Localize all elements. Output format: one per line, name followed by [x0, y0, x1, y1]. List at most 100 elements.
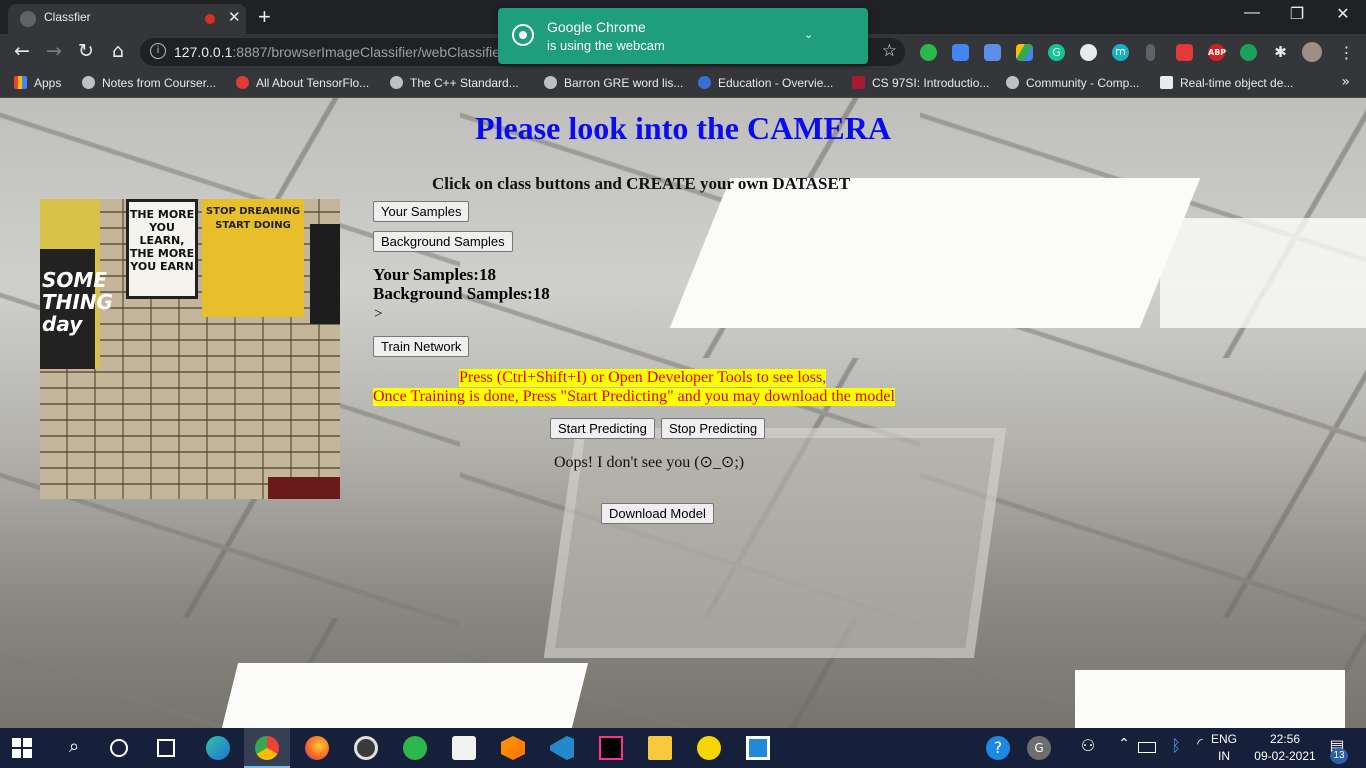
search-icon[interactable]: ⌕: [62, 736, 86, 760]
evernote-icon[interactable]: [920, 44, 937, 61]
intellij-icon[interactable]: [599, 736, 623, 760]
people-icon[interactable]: ⚇: [1076, 736, 1100, 760]
wifi-icon[interactable]: ◜: [1188, 736, 1212, 760]
prediction-output: >: [374, 306, 383, 322]
globe-icon: [1006, 76, 1019, 89]
download-model-button[interactable]: Download Model: [601, 503, 714, 524]
site-info-icon[interactable]: i: [150, 43, 166, 59]
bookmark-community[interactable]: Community - Comp...: [1006, 76, 1139, 90]
reload-button[interactable]: ↻: [73, 40, 99, 62]
explorer-icon[interactable]: [648, 736, 672, 760]
chevron-up-icon[interactable]: ⌃: [1112, 736, 1136, 760]
bookmark-star-icon[interactable]: ☆: [882, 41, 897, 61]
globe-icon: [82, 76, 95, 89]
vscode-icon[interactable]: [550, 736, 574, 760]
bookmark-apps[interactable]: Apps: [14, 76, 61, 90]
battery-icon[interactable]: [1138, 742, 1156, 753]
sticky-icon[interactable]: [746, 736, 770, 760]
notification-title: Google Chrome: [547, 19, 646, 35]
start-icon[interactable]: [12, 738, 32, 758]
bluetooth-icon[interactable]: ᛒ: [1164, 736, 1188, 760]
bookmark-coursera[interactable]: Notes from Courser...: [82, 76, 216, 90]
speed-icon[interactable]: [1080, 44, 1097, 61]
firefox-icon[interactable]: [305, 736, 329, 760]
stop-predicting-button[interactable]: Stop Predicting: [661, 418, 766, 439]
bookmarks-more-icon[interactable]: »: [1341, 74, 1350, 90]
bookmark-education[interactable]: Education - Overvie...: [698, 76, 833, 90]
url-host: 127.0.0.1: [174, 44, 233, 60]
new-tab-button[interactable]: +: [258, 4, 271, 30]
start-predicting-button[interactable]: Start Predicting: [550, 418, 655, 439]
status-message: Oops! I don't see you (⊙_⊙;): [554, 454, 745, 471]
media-icon[interactable]: [354, 736, 378, 760]
webcam-video: SOME THING day THE MORE YOU LEARN, THE M…: [40, 199, 340, 499]
puzzle-icon[interactable]: ✱: [1272, 44, 1289, 61]
task-view-icon[interactable]: [157, 739, 175, 757]
bookmark-label: Community - Comp...: [1026, 76, 1140, 90]
webcam-poster-black: [310, 224, 340, 324]
tab-classifier[interactable]: Classfier ✕: [8, 4, 246, 34]
home-button[interactable]: ⌂: [105, 40, 131, 62]
emoji-app-icon[interactable]: [697, 736, 721, 760]
language-top[interactable]: ENG: [1210, 732, 1238, 746]
your-samples-button[interactable]: Your Samples: [373, 201, 470, 222]
profile-icon[interactable]: [1302, 42, 1322, 62]
webcam-poster-white: THE MORE YOU LEARN, THE MORE YOU EARN: [126, 199, 198, 299]
url-text: 127.0.0.1:8887/browserImageClassifier/we…: [174, 44, 508, 60]
bookmarks-bar: Apps Notes from Courser... All About Ten…: [0, 70, 1366, 98]
url-path: :8887/browserImageClassifier/webClassifi…: [232, 44, 508, 60]
windows-taskbar: ⌕ ? G ⚇ ⌃ ᛒ ◜ ENG IN 22:56 09-02-2021 ▤ …: [0, 728, 1366, 768]
forward-button[interactable]: →: [41, 40, 67, 62]
tab-title: Classfier: [44, 10, 91, 24]
window-close-button[interactable]: ✕: [1323, 4, 1363, 24]
tensorflow-icon[interactable]: [501, 736, 525, 760]
avatar[interactable]: G: [1027, 736, 1051, 760]
ceiling-light: [221, 663, 589, 728]
bookmark-cs97si[interactable]: CS 97SI: Introductio...: [852, 76, 989, 90]
meet-icon[interactable]: m: [1112, 44, 1129, 61]
bookmark-gre[interactable]: Barron GRE word lis...: [544, 76, 683, 90]
adblock-icon[interactable]: ABP: [1208, 44, 1226, 61]
evernote-icon[interactable]: [403, 736, 427, 760]
cortana-icon[interactable]: [110, 739, 128, 757]
shield-icon[interactable]: [1240, 44, 1257, 61]
tab-close-icon[interactable]: ✕: [228, 8, 241, 26]
webcam-poster-red: [268, 477, 340, 499]
minimize-button[interactable]: —: [1232, 4, 1272, 22]
pdf-icon[interactable]: [1176, 44, 1193, 61]
doc-icon: [1160, 76, 1173, 89]
webcam-notification[interactable]: Google Chrome is using the webcam ⌄: [498, 8, 868, 64]
apps-icon: [14, 76, 27, 89]
bookmark-label: All About TensorFlo...: [256, 76, 370, 90]
docs-icon[interactable]: [952, 44, 969, 61]
notification-message: is using the webcam: [547, 38, 665, 53]
chevron-down-icon[interactable]: ⌄: [804, 28, 813, 41]
bookmark-label: Real-time object de...: [1180, 76, 1294, 90]
background-samples-button[interactable]: Background Samples: [373, 231, 513, 252]
bookmark-tensorflow[interactable]: All About TensorFlo...: [236, 76, 369, 90]
help-icon[interactable]: ?: [986, 736, 1010, 760]
pin-icon[interactable]: [1146, 44, 1155, 61]
bookmark-label: Barron GRE word lis...: [564, 76, 684, 90]
train-network-button[interactable]: Train Network: [373, 336, 470, 357]
bookmark-realtime[interactable]: Real-time object de...: [1160, 76, 1293, 90]
restore-button[interactable]: ❐: [1277, 4, 1317, 24]
drive-icon[interactable]: [1016, 44, 1033, 61]
menu-icon[interactable]: ⋮: [1338, 44, 1355, 61]
education-icon: [698, 76, 711, 89]
bookmark-cpp[interactable]: The C++ Standard...: [390, 76, 519, 90]
clock-date[interactable]: 09-02-2021: [1250, 749, 1320, 763]
edge-icon[interactable]: [206, 736, 230, 760]
your-samples-count: Your Samples:18: [373, 265, 496, 284]
store-icon[interactable]: [452, 736, 476, 760]
translate-icon[interactable]: [984, 44, 1001, 61]
chrome-icon[interactable]: [255, 736, 279, 760]
language-bottom[interactable]: IN: [1210, 749, 1238, 763]
globe-icon: [390, 76, 403, 89]
globe-icon: [544, 76, 557, 89]
bookmark-label: Education - Overvie...: [718, 76, 834, 90]
clock-time[interactable]: 22:56: [1250, 732, 1320, 746]
back-button[interactable]: ←: [9, 40, 35, 62]
grammarly-icon[interactable]: G: [1048, 44, 1065, 61]
poster-text: THE MORE YOU LEARN, THE MORE YOU EARN: [129, 208, 195, 273]
